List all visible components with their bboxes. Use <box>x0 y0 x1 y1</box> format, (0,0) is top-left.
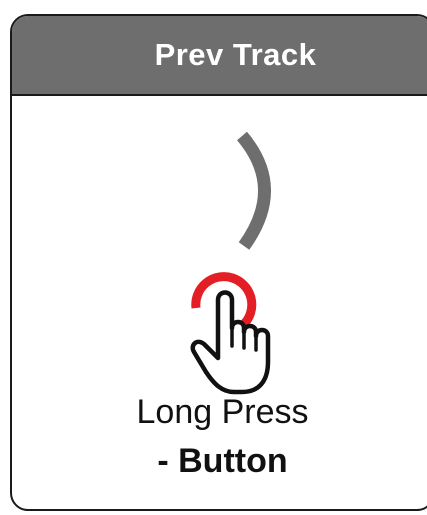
card-header: Prev Track <box>12 16 427 96</box>
control-card: Prev Track Long Press - Button <box>10 14 427 511</box>
gesture-label: Long Press <box>136 393 309 431</box>
card-title: Prev Track <box>154 37 317 72</box>
finger-press-icon <box>190 272 271 395</box>
button-label: - Button <box>157 442 288 480</box>
rotary-arc-icon <box>236 131 271 250</box>
